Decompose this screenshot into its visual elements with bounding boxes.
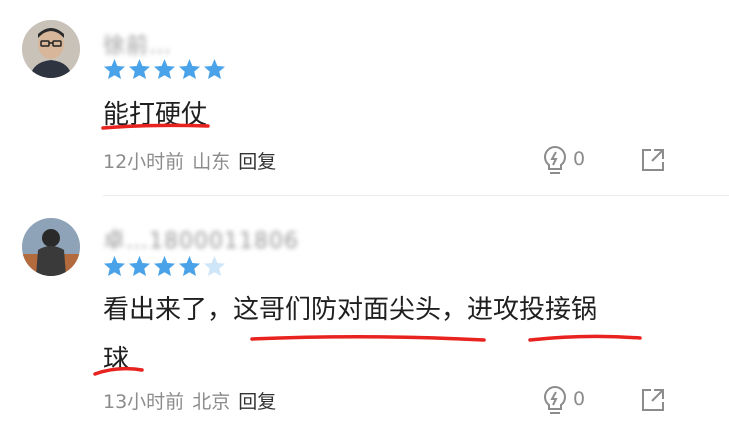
star-icon (128, 58, 151, 80)
comment-line: 能打硬仗 (103, 100, 208, 130)
comment-item: 徐前… 能打硬仗 12小时前 山东 回复 0 (0, 0, 729, 196)
reply-button[interactable]: 回复 (238, 147, 276, 174)
comment-meta: 12小时前 山东 回复 (103, 147, 276, 173)
share-icon[interactable] (640, 147, 666, 173)
username[interactable]: 徐前… (103, 28, 172, 59)
star-icon (103, 58, 126, 80)
star-icon (153, 58, 176, 80)
comment-line: 看出来了，这哥们防对面尖头，进攻投接锅 (103, 295, 598, 325)
username[interactable]: 卓…1800011806 (103, 223, 299, 254)
lightbulb-like-icon[interactable] (541, 385, 569, 415)
comment-location: 北京 (192, 390, 231, 413)
star-icon (128, 255, 151, 277)
star-icon (103, 255, 126, 277)
avatar[interactable] (22, 218, 80, 276)
star-icon (203, 58, 226, 80)
lightbulb-like-icon[interactable] (541, 145, 569, 175)
reply-button[interactable]: 回复 (238, 387, 276, 414)
star-icon (178, 255, 201, 277)
comment-text: 能打硬仗 (103, 90, 663, 140)
comment-line: 球 (103, 345, 130, 375)
like-count: 0 (573, 148, 586, 170)
comment-meta: 13小时前 北京 回复 (103, 387, 276, 413)
comment-time: 13小时前 (103, 390, 185, 413)
comment-item: 卓…1800011806 看出来了，这哥们防对面尖头，进攻投接锅 球 13小时前… (0, 196, 729, 437)
star-icon (203, 255, 226, 277)
star-rating (103, 255, 226, 277)
avatar[interactable] (22, 20, 80, 78)
comment-time: 12小时前 (103, 150, 185, 173)
like-count: 0 (573, 388, 586, 410)
comment-location: 山东 (192, 150, 231, 173)
star-icon (153, 255, 176, 277)
star-rating (103, 58, 226, 80)
comment-text: 看出来了，这哥们防对面尖头，进攻投接锅 球 (103, 285, 663, 385)
share-icon[interactable] (640, 387, 666, 413)
star-icon (178, 58, 201, 80)
